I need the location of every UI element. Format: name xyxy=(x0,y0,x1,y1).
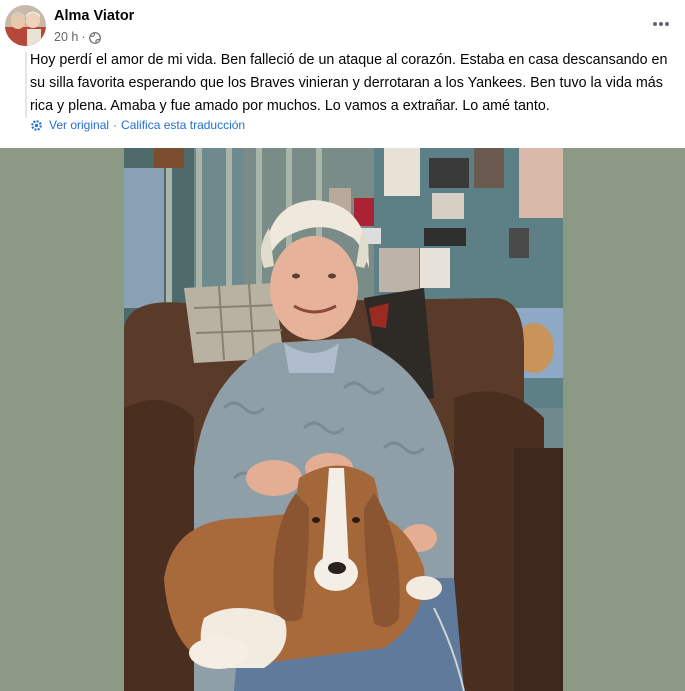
facebook-post: Alma Viator 20 h · Hoy perdí el amor de … xyxy=(0,0,685,691)
post-timestamp[interactable]: 20 h xyxy=(54,30,78,44)
author-name[interactable]: Alma Viator xyxy=(54,8,134,24)
avatar-image xyxy=(5,5,46,46)
translate-gear-icon xyxy=(30,119,43,132)
translation-bar: Ver original · Califica esta traducción xyxy=(30,117,245,133)
post-meta: 20 h · xyxy=(54,29,101,45)
post-photo[interactable] xyxy=(124,148,563,691)
author-avatar[interactable] xyxy=(5,5,46,46)
quote-bar xyxy=(25,52,27,118)
photo-man-with-basset-hound xyxy=(124,148,563,691)
translation-separator: · xyxy=(113,118,118,132)
rate-translation-link[interactable]: Califica esta traducción xyxy=(121,118,245,132)
post-header: Alma Viator 20 h · xyxy=(0,0,685,50)
more-options-icon xyxy=(653,22,669,26)
globe-icon[interactable] xyxy=(88,31,101,44)
view-original-link[interactable]: Ver original xyxy=(49,118,109,132)
post-body: Hoy perdí el amor de mi vida. Ben fallec… xyxy=(30,49,678,118)
more-options-button[interactable] xyxy=(645,8,677,40)
post-text: Hoy perdí el amor de mi vida. Ben fallec… xyxy=(30,52,668,114)
post-photo-container xyxy=(0,148,685,691)
meta-separator: · xyxy=(81,30,86,44)
